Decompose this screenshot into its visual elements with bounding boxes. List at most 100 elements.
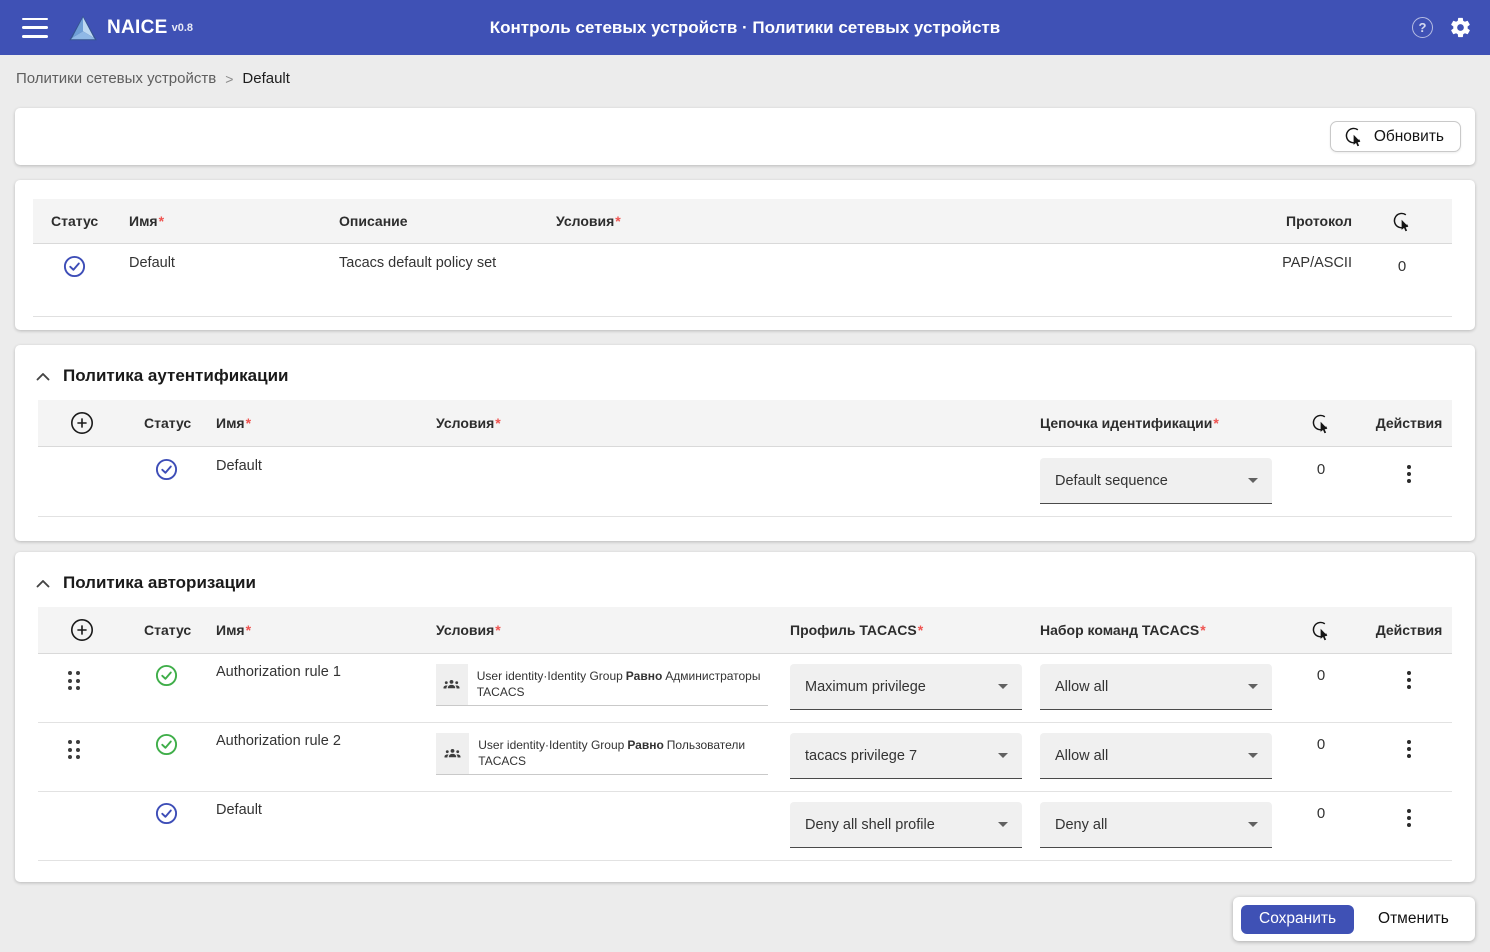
policy-set-hits: 0 xyxy=(1352,255,1452,316)
identity-group-icon xyxy=(436,664,468,705)
breadcrumb: Политики сетевых устройств > Default xyxy=(16,70,290,87)
breadcrumb-current: Default xyxy=(242,70,290,87)
brand-name: NAICE xyxy=(107,17,168,39)
column-actions: Действия xyxy=(1366,400,1452,446)
chevron-down-icon xyxy=(1248,684,1258,689)
brand-version: v0.8 xyxy=(172,22,193,34)
policy-set-description: Tacacs default policy set xyxy=(325,255,542,316)
policy-set-row: Default Tacacs default policy set PAP/AS… xyxy=(33,244,1452,317)
authentication-table-header: Статус Имя* Условия* Цепочка идентификац… xyxy=(38,400,1452,447)
tacacs-profile-select[interactable]: Deny all shell profile xyxy=(790,802,1022,848)
authentication-policy-card: Политика аутентификации Статус Имя* Усло… xyxy=(15,345,1475,541)
column-hits xyxy=(1352,199,1452,243)
tacacs-command-set-select[interactable]: Allow all xyxy=(1040,733,1272,779)
column-tacacs-command-set: Набор команд TACACS* xyxy=(1026,607,1276,653)
condition-chip[interactable]: User identity·Identity GroupРавноПользов… xyxy=(436,733,768,775)
rule-hits: 0 xyxy=(1276,458,1366,516)
column-status: Статус xyxy=(33,199,115,243)
authorization-row-default: Default Deny all shell profile Deny all … xyxy=(38,792,1452,861)
column-conditions: Условия* xyxy=(542,199,1172,243)
collapse-authorization-button[interactable] xyxy=(36,579,50,588)
tacacs-command-set-select[interactable]: Allow all xyxy=(1040,664,1272,710)
menu-icon xyxy=(22,18,48,21)
condition-chip[interactable]: User identity·Identity GroupРавноАдминис… xyxy=(436,664,768,706)
plus-circle-icon xyxy=(70,618,94,642)
cancel-button[interactable]: Отменить xyxy=(1361,910,1466,928)
refresh-button[interactable]: Обновить xyxy=(1330,121,1461,152)
status-check-icon xyxy=(155,802,178,825)
identity-group-icon xyxy=(436,733,469,774)
status-check-icon xyxy=(63,255,86,278)
condition-text: User identity·Identity GroupРавноАдминис… xyxy=(468,664,768,705)
authorization-rule-name: Authorization rule 2 xyxy=(206,733,426,791)
rule-hits: 0 xyxy=(1276,664,1366,722)
column-conditions: Условия* xyxy=(426,607,776,653)
authorization-table: Статус Имя* Условия* Профиль TACACS* Наб… xyxy=(38,607,1452,861)
status-check-icon xyxy=(155,458,178,481)
breadcrumb-separator: > xyxy=(225,71,233,87)
authentication-section-title: Политика аутентификации xyxy=(63,366,288,386)
rule-hits: 0 xyxy=(1276,733,1366,791)
tacacs-profile-select[interactable]: tacacs privilege 7 xyxy=(790,733,1022,779)
row-actions-button[interactable] xyxy=(1399,804,1419,832)
authentication-row: Default Default sequence 0 xyxy=(38,447,1452,517)
save-button[interactable]: Сохранить xyxy=(1241,905,1354,934)
app-logo-icon xyxy=(68,14,98,42)
authorization-rule-name: Default xyxy=(206,802,426,860)
column-tacacs-profile: Профиль TACACS* xyxy=(776,607,1026,653)
identity-chain-value: Default sequence xyxy=(1055,473,1168,489)
condition-text: User identity·Identity GroupРавноПользов… xyxy=(469,733,768,774)
identity-chain-select[interactable]: Default sequence xyxy=(1040,458,1272,504)
rule-hits: 0 xyxy=(1276,802,1366,860)
breadcrumb-parent-link[interactable]: Политики сетевых устройств xyxy=(16,70,216,87)
drag-handle[interactable] xyxy=(64,667,84,694)
policy-set-table: Статус Имя* Описание Условия* Протокол D… xyxy=(33,199,1452,317)
chevron-up-icon xyxy=(36,372,50,381)
policy-set-protocol: PAP/ASCII xyxy=(1172,255,1352,316)
app-header: NAICE v0.8 Контроль сетевых устройств · … xyxy=(0,0,1490,55)
column-status: Статус xyxy=(126,607,206,653)
drag-handle[interactable] xyxy=(64,736,84,763)
settings-button[interactable] xyxy=(1449,16,1472,39)
refresh-button-label: Обновить xyxy=(1374,128,1444,146)
column-actions: Действия xyxy=(1366,607,1452,653)
tacacs-command-set-select[interactable]: Deny all xyxy=(1040,802,1272,848)
row-actions-button[interactable] xyxy=(1399,460,1419,488)
chevron-down-icon xyxy=(998,822,1008,827)
column-hits xyxy=(1276,607,1366,653)
authorization-row: Authorization rule 1 User identity·Ident… xyxy=(38,654,1452,723)
chevron-down-icon xyxy=(998,684,1008,689)
tacacs-profile-select[interactable]: Maximum privilege xyxy=(790,664,1022,710)
policy-set-table-header: Статус Имя* Описание Условия* Протокол xyxy=(33,199,1452,244)
policy-set-card: Статус Имя* Описание Условия* Протокол D… xyxy=(15,180,1475,330)
chevron-down-icon xyxy=(1248,753,1258,758)
app-brand: NAICE v0.8 xyxy=(68,14,193,42)
chevron-down-icon xyxy=(1248,478,1258,483)
hits-column-icon xyxy=(1392,211,1413,232)
required-asterisk: * xyxy=(159,213,164,229)
gear-icon xyxy=(1449,16,1472,39)
authorization-row: Authorization rule 2 User identity·Ident… xyxy=(38,723,1452,792)
help-button[interactable]: ? xyxy=(1412,17,1433,38)
add-authorization-rule-button[interactable] xyxy=(70,618,94,642)
column-hits xyxy=(1276,400,1366,446)
required-asterisk: * xyxy=(615,213,620,229)
hits-column-icon xyxy=(1311,620,1332,641)
collapse-authentication-button[interactable] xyxy=(36,372,50,381)
add-authentication-rule-button[interactable] xyxy=(70,411,94,435)
column-status: Статус xyxy=(126,400,206,446)
authentication-table: Статус Имя* Условия* Цепочка идентификац… xyxy=(38,400,1452,517)
column-description: Описание xyxy=(325,199,542,243)
column-protocol: Протокол xyxy=(1172,199,1352,243)
plus-circle-icon xyxy=(70,411,94,435)
row-actions-button[interactable] xyxy=(1399,735,1419,763)
footer-actions: Сохранить Отменить xyxy=(1233,897,1475,941)
row-actions-button[interactable] xyxy=(1399,666,1419,694)
hamburger-menu-button[interactable] xyxy=(22,18,50,38)
authorization-section-title: Политика авторизации xyxy=(63,573,256,593)
page-title: Контроль сетевых устройств · Политики се… xyxy=(0,18,1490,38)
refresh-hits-icon xyxy=(1344,126,1365,147)
chevron-up-icon xyxy=(36,579,50,588)
status-check-icon xyxy=(155,664,178,687)
authentication-rule-name: Default xyxy=(206,458,426,516)
